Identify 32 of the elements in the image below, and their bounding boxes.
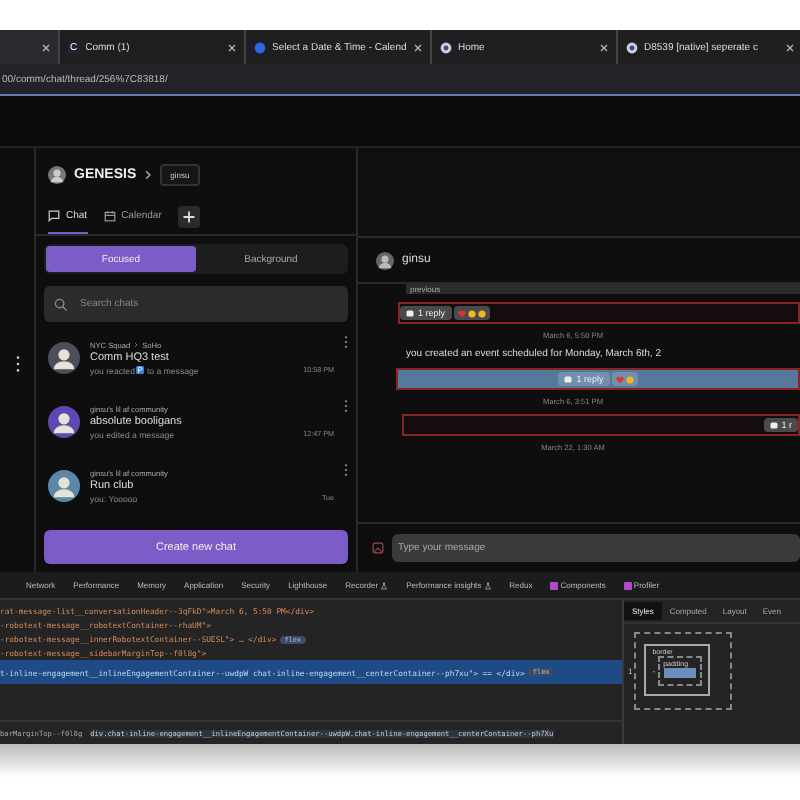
reactions-pill[interactable] [453,306,490,320]
close-icon[interactable] [786,43,794,51]
chat-icon [48,210,60,222]
face-icon [625,375,634,383]
heart-icon [615,375,624,383]
close-icon[interactable] [42,43,50,51]
avatar-icon [48,342,80,374]
close-icon[interactable] [414,43,422,51]
parking-icon [136,366,145,374]
favicon-icon [254,41,266,53]
chevron-icon [144,169,153,179]
avatar-icon [48,165,66,183]
favicon-icon [440,41,452,53]
flask-icon [380,581,389,589]
reply-icon [564,375,573,383]
avatar-icon [376,251,394,269]
add-tab-icon[interactable] [177,206,200,228]
favicon-icon [626,41,638,53]
avatar-icon [48,470,80,502]
close-icon[interactable] [228,43,236,51]
close-icon[interactable] [600,43,608,51]
search-icon [54,297,68,311]
flask-icon [483,581,492,589]
component-icon [623,581,632,589]
component-icon [550,581,559,589]
reply-icon [406,309,414,317]
reply-icon [769,421,778,429]
heart-icon [457,309,466,317]
content-box [663,668,696,678]
avatar-icon [48,406,80,438]
image-icon[interactable] [372,542,384,554]
calendar-icon [103,210,116,222]
